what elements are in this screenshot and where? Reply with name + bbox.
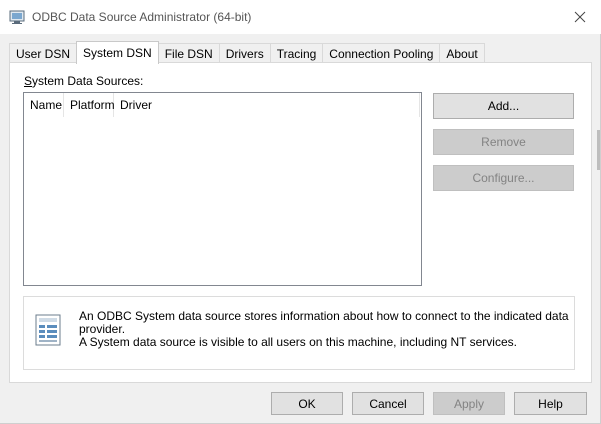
info-description: An ODBC System data source stores inform… [79, 310, 569, 349]
apply-button[interactable]: Apply [433, 392, 505, 415]
close-button[interactable] [565, 3, 595, 31]
tab-strip: User DSN System DSN File DSN Drivers Tra… [9, 41, 485, 64]
column-header-platform[interactable]: Platform [64, 93, 115, 117]
ok-button[interactable]: OK [271, 392, 343, 415]
system-data-sources-label: System Data Sources: [24, 74, 143, 88]
column-header-driver[interactable]: Driver [114, 93, 420, 117]
label-rest: ystem Data Sources: [32, 74, 144, 88]
tab-drivers[interactable]: Drivers [218, 43, 271, 63]
ok-button-label: OK [298, 396, 316, 411]
configure-button[interactable]: Configure... [433, 165, 574, 191]
cancel-button-label: Cancel [369, 396, 407, 411]
tab-connection-pooling[interactable]: Connection Pooling [322, 43, 441, 63]
window-title: ODBC Data Source Administrator (64-bit) [32, 10, 252, 24]
remove-button[interactable]: Remove [433, 129, 574, 155]
close-icon [574, 11, 586, 23]
help-button-label: Help [538, 396, 563, 411]
apply-button-label: Apply [453, 396, 485, 411]
add-button-label: Add... [487, 99, 520, 113]
remove-button-label: Remove [481, 135, 526, 149]
system-dsn-panel: System Data Sources: Name Platform Drive… [9, 62, 592, 383]
label-accelerator: S [24, 74, 33, 88]
help-button[interactable]: Help [514, 392, 587, 415]
list-header: Name Platform Driver [24, 93, 420, 117]
tab-system-dsn[interactable]: System DSN [76, 41, 159, 64]
add-button[interactable]: Add... [433, 93, 574, 119]
tab-user-dsn[interactable]: User DSN [9, 43, 78, 63]
info-line-1: An ODBC System data source stores inform… [79, 309, 569, 336]
tab-about[interactable]: About [439, 43, 485, 63]
odbc-app-icon [9, 10, 25, 24]
info-box: An ODBC System data source stores inform… [23, 296, 575, 370]
window-edge [597, 130, 600, 170]
odbc-dialog: ODBC Data Source Administrator (64-bit) … [0, 0, 601, 424]
info-line-2: A System data source is visible to all u… [79, 335, 517, 349]
tab-tracing[interactable]: Tracing [269, 43, 324, 63]
database-info-icon [35, 314, 61, 346]
title-bar[interactable]: ODBC Data Source Administrator (64-bit) [0, 0, 601, 34]
column-header-name[interactable]: Name [24, 93, 64, 117]
configure-button-label: Configure... [472, 171, 535, 185]
tab-file-dsn[interactable]: File DSN [157, 43, 220, 63]
cancel-button[interactable]: Cancel [352, 392, 424, 415]
data-sources-list[interactable]: Name Platform Driver [23, 92, 422, 286]
